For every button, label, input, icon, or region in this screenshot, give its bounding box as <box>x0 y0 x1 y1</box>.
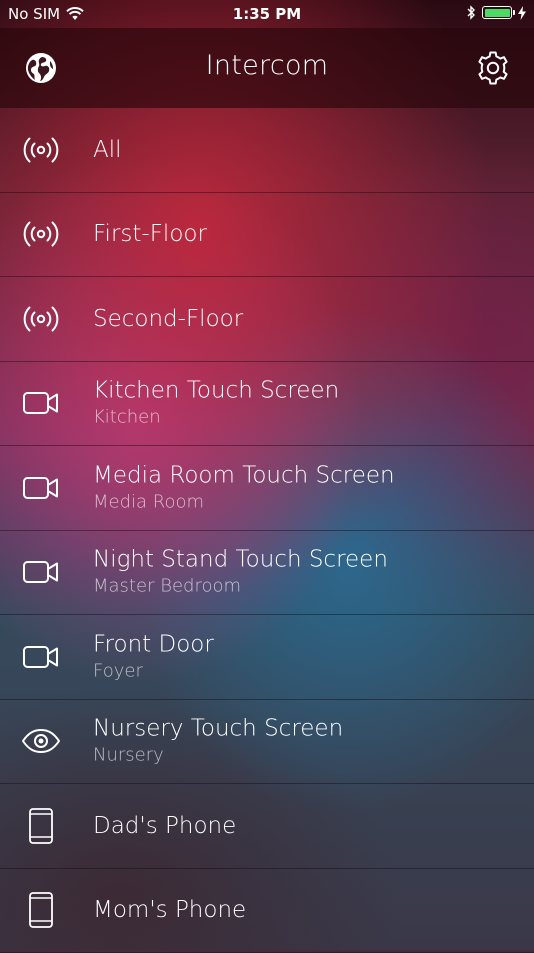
battery-level <box>485 9 510 17</box>
list-item-text: Dad's Phone <box>93 812 514 840</box>
list-item[interactable]: Mom's Phone <box>0 869 534 953</box>
status-bar: No SIM 1:35 PM <box>0 0 534 28</box>
phone-icon <box>20 808 62 844</box>
list-item-title: Media Room Touch Screen <box>93 461 514 489</box>
list-item-text: Kitchen Touch ScreenKitchen <box>93 377 514 430</box>
broadcast-icon <box>20 301 62 337</box>
gear-icon <box>475 50 511 86</box>
video-camera-icon <box>20 385 62 421</box>
list-item-title: Dad's Phone <box>93 812 514 840</box>
nav-header: Intercom <box>0 28 534 108</box>
page-title: Intercom <box>0 50 534 81</box>
list-item-subtitle: Nursery <box>93 744 514 768</box>
bluetooth-icon <box>466 5 476 20</box>
list-item-text: Front DoorFoyer <box>93 630 514 683</box>
list-item-text: Night Stand Touch ScreenMaster Bedroom <box>93 546 514 599</box>
list-item[interactable]: Night Stand Touch ScreenMaster Bedroom <box>0 531 534 616</box>
list-item-text: First-Floor <box>93 220 514 248</box>
settings-button[interactable] <box>475 50 511 86</box>
list-item-subtitle: Kitchen <box>93 406 514 430</box>
list-item[interactable]: Front DoorFoyer <box>0 615 534 700</box>
list-item-title: Night Stand Touch Screen <box>93 546 514 574</box>
list-item-title: Mom's Phone <box>93 896 514 924</box>
list-item[interactable]: First-Floor <box>0 193 534 278</box>
list-item[interactable]: Dad's Phone <box>0 784 534 869</box>
list-item-subtitle: Foyer <box>93 659 514 683</box>
broadcast-icon <box>20 132 62 168</box>
video-camera-icon <box>20 554 62 590</box>
list-item-text: Media Room Touch ScreenMedia Room <box>93 461 514 514</box>
list-item-title: First-Floor <box>93 220 514 248</box>
list-item-text: Second-Floor <box>93 305 514 333</box>
charging-icon <box>518 6 526 20</box>
battery-icon <box>482 6 512 19</box>
list-item[interactable]: Second-Floor <box>0 277 534 362</box>
status-time: 1:35 PM <box>0 5 534 23</box>
list-item-subtitle: Master Bedroom <box>93 575 514 599</box>
list-item-title: Nursery Touch Screen <box>93 715 514 743</box>
list-item[interactable]: Media Room Touch ScreenMedia Room <box>0 446 534 531</box>
broadcast-icon <box>20 216 62 252</box>
video-camera-icon <box>20 470 62 506</box>
list-item[interactable]: Nursery Touch ScreenNursery <box>0 700 534 785</box>
device-list: All First-Floor Second-Floor Kitchen Tou… <box>0 108 534 953</box>
list-item[interactable]: All <box>0 108 534 193</box>
list-item-subtitle: Media Room <box>93 490 514 514</box>
list-item-text: Mom's Phone <box>93 896 514 924</box>
video-camera-icon <box>20 639 62 675</box>
list-item-text: Nursery Touch ScreenNursery <box>93 715 514 768</box>
list-item[interactable]: Kitchen Touch ScreenKitchen <box>0 362 534 447</box>
eye-icon <box>20 723 62 759</box>
phone-icon <box>20 892 62 928</box>
list-item-title: Kitchen Touch Screen <box>93 377 514 405</box>
list-item-title: Front Door <box>93 630 514 658</box>
list-item-title: All <box>93 136 514 164</box>
status-right <box>466 5 526 20</box>
list-item-title: Second-Floor <box>93 305 514 333</box>
list-item-text: All <box>93 136 514 164</box>
